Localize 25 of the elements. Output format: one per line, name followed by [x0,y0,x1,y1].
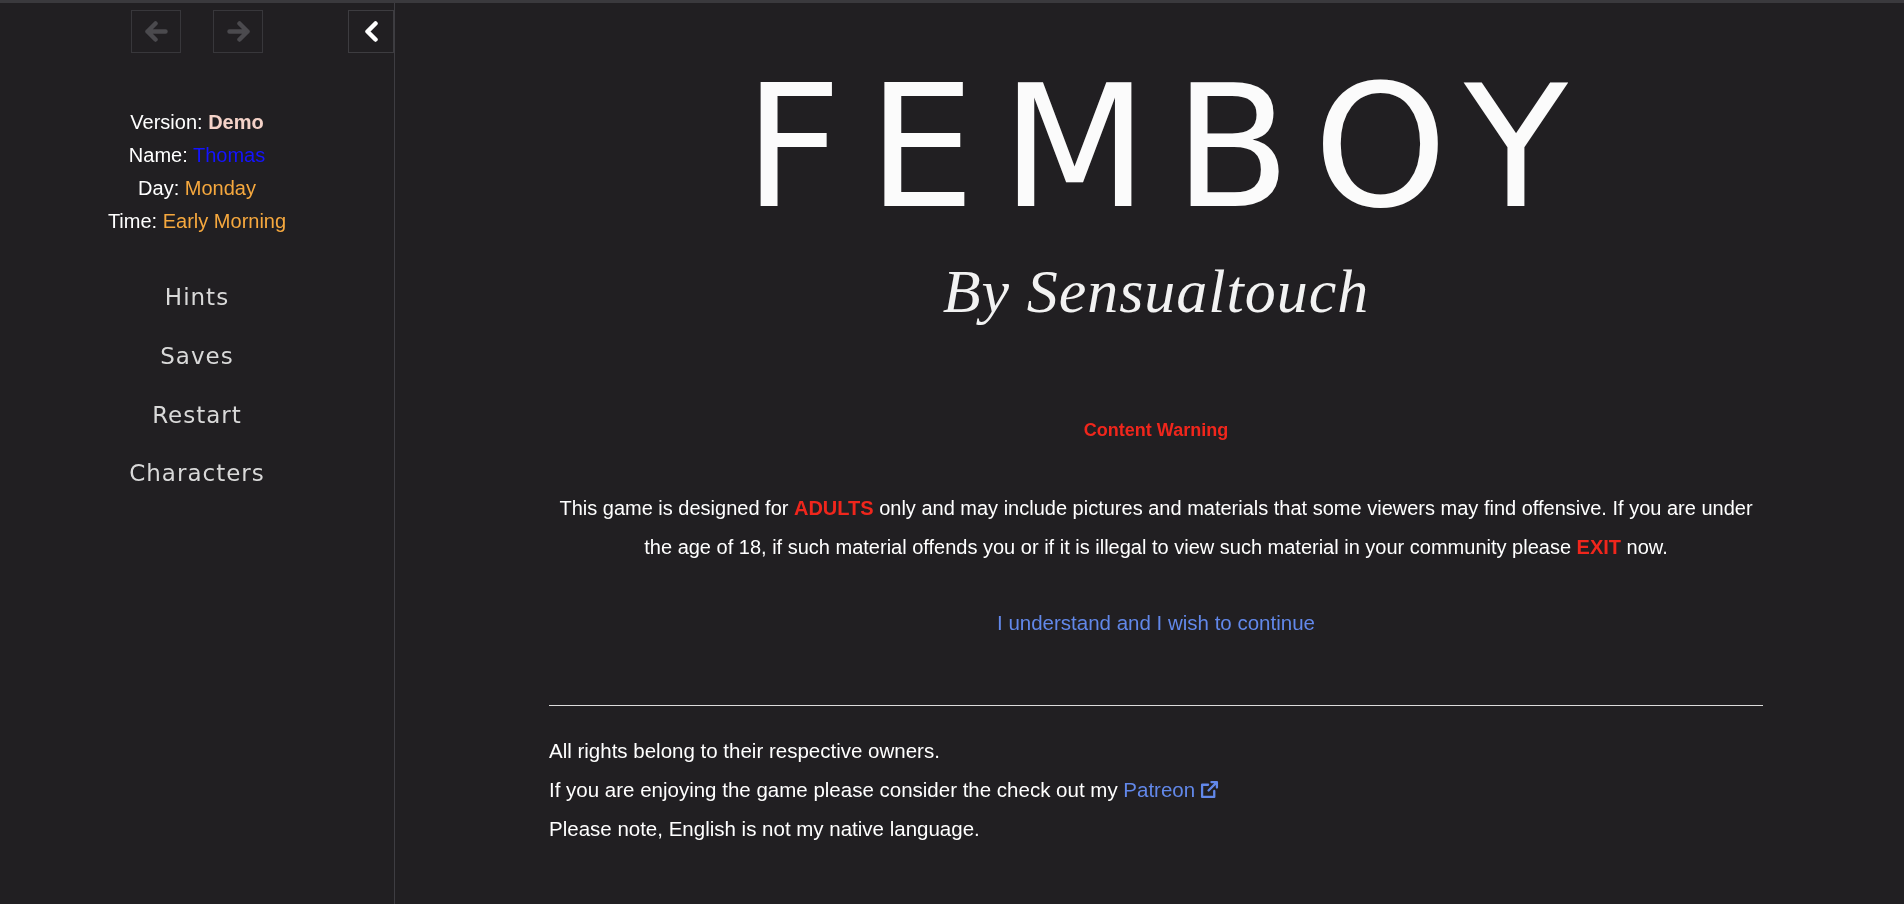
caption-value: Early Morning [162,210,287,232]
caption-value: Demo [208,111,264,133]
caption-value: Thomas [192,144,266,166]
footer-link[interactable]: Patreon [1123,777,1220,801]
menu-link[interactable]: Characters [129,443,265,503]
continue-link[interactable]: I understand and I wish to continue [997,611,1315,635]
caption-label: Day: [138,177,180,199]
menu-link[interactable]: Hints [164,268,230,327]
footer-text: Please note, English is not my native language. [549,815,980,842]
caption-value: Monday [184,177,256,199]
chevron-left-icon [364,21,378,42]
logo-title: FEMBOY [744,62,1594,232]
footer-text: All rights belong to their respective owners. [549,737,940,764]
warning-text: This game is designed for ADULTS only and may include pictures and materials that some viewers may find offensive. If you are under the age of 18, if such material offends you or if it is illegal to view such material in your community please EXIT now. [558,495,1754,560]
caption-label: Name: [128,144,188,166]
warning-heading: Content Warning [1083,419,1229,442]
footer-text: If you are enjoying the game please consider the check out my Patreon [549,769,1220,809]
caption-label: Time: [107,210,158,232]
collapse-sidebar-button[interactable] [348,10,394,53]
external-link-icon [1200,779,1220,799]
caption-label: Version: [130,111,203,133]
arrow-right-icon [226,21,250,42]
menu-link[interactable]: Restart [152,385,242,444]
menu-link[interactable]: Saves [160,326,234,386]
arrow-left-icon [144,21,168,42]
